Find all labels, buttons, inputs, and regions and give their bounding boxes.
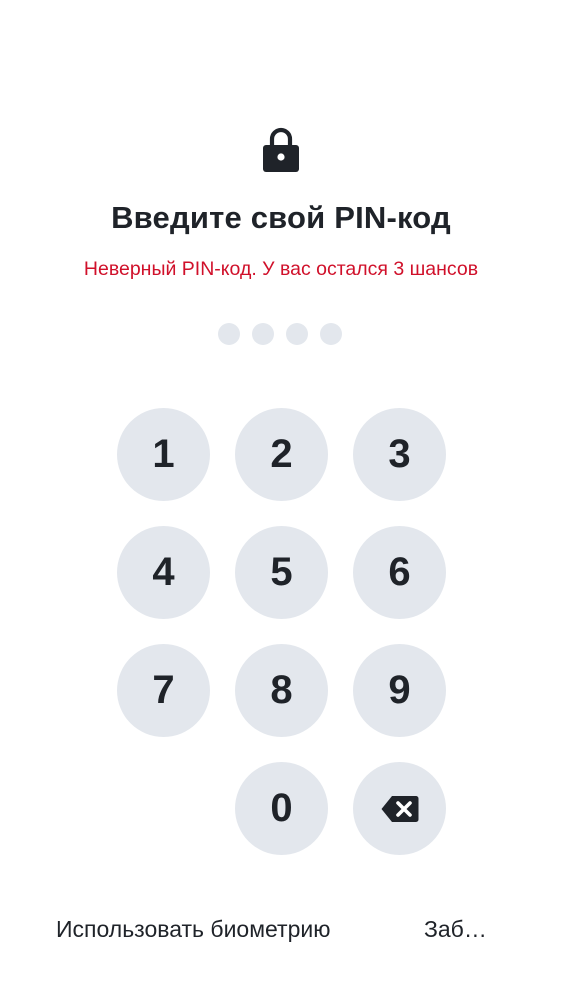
key-8[interactable]: 8 bbox=[235, 644, 328, 737]
key-5[interactable]: 5 bbox=[235, 526, 328, 619]
lock-icon bbox=[263, 127, 299, 172]
key-6[interactable]: 6 bbox=[353, 526, 446, 619]
backspace-button[interactable] bbox=[353, 762, 446, 855]
key-9[interactable]: 9 bbox=[353, 644, 446, 737]
key-4[interactable]: 4 bbox=[117, 526, 210, 619]
backspace-icon bbox=[381, 795, 418, 822]
key-7[interactable]: 7 bbox=[117, 644, 210, 737]
error-message: Неверный PIN-код. У вас остался 3 шансов bbox=[83, 258, 479, 280]
key-0[interactable]: 0 bbox=[235, 762, 328, 855]
key-1[interactable]: 1 bbox=[117, 408, 210, 501]
pin-dot bbox=[218, 323, 240, 345]
page-title: Введите свой PIN-код bbox=[111, 200, 451, 235]
use-biometrics-link[interactable]: Использовать биометрию bbox=[56, 916, 330, 943]
pin-indicator bbox=[218, 323, 344, 345]
pin-dot bbox=[286, 323, 308, 345]
pin-dot bbox=[320, 323, 342, 345]
pin-dot bbox=[252, 323, 274, 345]
forgot-pin-link[interactable]: Заб… bbox=[424, 916, 487, 943]
key-2[interactable]: 2 bbox=[235, 408, 328, 501]
key-3[interactable]: 3 bbox=[353, 408, 446, 501]
